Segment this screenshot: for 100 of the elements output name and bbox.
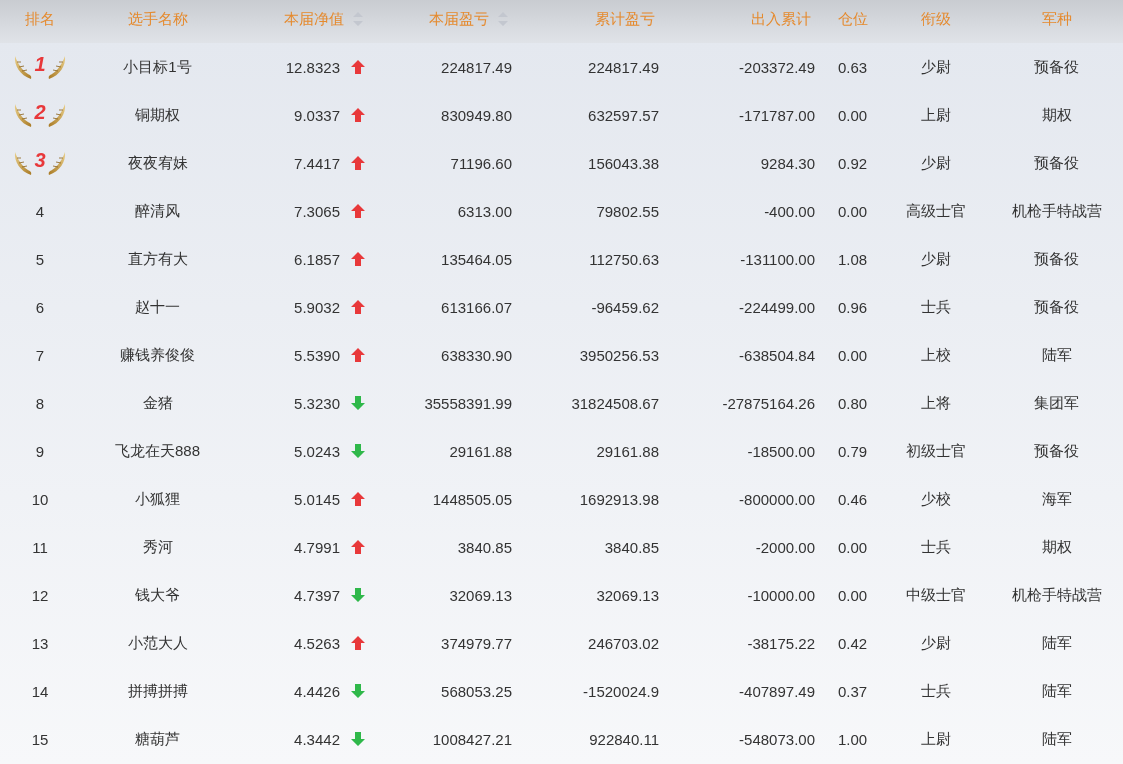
rank-number: 9 (35, 442, 45, 460)
branch-label: 陆军 (1041, 633, 1072, 653)
branch-label: 预备役 (1034, 153, 1079, 173)
net-value: 5.3230 (294, 394, 340, 412)
grade-label: 少校 (921, 489, 951, 509)
position-value: 0.63 (837, 58, 868, 76)
player-name: 拼搏拼搏 (127, 681, 188, 701)
column-header[interactable]: 本届盈亏 (429, 9, 489, 29)
flow-value: -800000.00 (739, 490, 815, 508)
position-value: 0.96 (837, 298, 868, 316)
flow-value: -27875164.26 (722, 394, 815, 412)
rank-number: 4 (35, 202, 45, 220)
column-header: 出入累计 (751, 9, 811, 29)
grade-label: 上校 (921, 345, 951, 365)
position-value: 1.08 (837, 250, 868, 268)
flow-value: -203372.49 (739, 58, 815, 76)
branch-label: 陆军 (1041, 681, 1072, 701)
cumulative-value: 632597.57 (588, 106, 659, 124)
column-header: 选手名称 (127, 9, 188, 29)
position-value: 1.00 (837, 730, 868, 748)
profit-value: 32069.13 (449, 586, 512, 604)
rank-number: 5 (35, 250, 45, 268)
profit-value: 135464.05 (441, 250, 512, 268)
profit-value: 374979.77 (441, 634, 512, 652)
column-header[interactable]: 本届净值 (284, 9, 344, 29)
flow-value: -400.00 (764, 202, 815, 220)
cumulative-value: 156043.38 (588, 154, 659, 172)
rank-number: 10 (31, 490, 49, 508)
column-header: 排名 (25, 9, 55, 29)
profit-value: 35558391.99 (424, 394, 512, 412)
branch-label: 机枪手特战营 (1011, 585, 1102, 605)
position-value: 0.37 (837, 682, 868, 700)
rank-number: 7 (35, 346, 45, 364)
net-value: 5.0243 (294, 442, 340, 460)
flow-value: -171787.00 (739, 106, 815, 124)
player-name: 小目标1号 (123, 57, 192, 77)
cumulative-value: 3950256.53 (579, 346, 659, 364)
profit-value: 1448505.05 (432, 490, 512, 508)
rank-number: 8 (35, 394, 45, 412)
net-value: 4.5263 (294, 634, 340, 652)
player-name: 夜夜宥妹 (127, 153, 188, 173)
net-value: 9.0337 (294, 106, 340, 124)
profit-value: 6313.00 (457, 202, 512, 220)
player-name: 赚钱养俊俊 (120, 345, 195, 365)
position-value: 0.42 (837, 634, 868, 652)
position-value: 0.92 (837, 154, 868, 172)
net-value: 5.0145 (294, 490, 340, 508)
profit-value: 638330.90 (441, 346, 512, 364)
cumulative-value: 112750.63 (589, 250, 659, 268)
net-value: 4.3442 (294, 730, 340, 748)
net-value: 4.4426 (294, 682, 340, 700)
branch-label: 陆军 (1041, 729, 1072, 749)
position-value: 0.79 (837, 442, 868, 460)
cumulative-value: -1520024.9 (583, 682, 659, 700)
grade-label: 士兵 (921, 681, 951, 701)
position-value: 0.46 (837, 490, 868, 508)
column-header: 累计盈亏 (595, 9, 655, 29)
rank-number: 13 (31, 634, 49, 652)
flow-value: -18500.00 (747, 442, 815, 460)
column-header: 仓位 (837, 9, 868, 29)
branch-label: 预备役 (1034, 249, 1079, 269)
cumulative-value: 31824508.67 (571, 394, 659, 412)
flow-value: -407897.49 (739, 682, 815, 700)
profit-value: 224817.49 (441, 58, 512, 76)
flow-value: 9284.30 (760, 154, 815, 172)
grade-label: 上尉 (921, 729, 951, 749)
column-header: 军种 (1041, 9, 1072, 29)
flow-value: -131100.00 (740, 250, 815, 268)
flow-value: -10000.00 (747, 586, 815, 604)
player-name: 小范大人 (127, 633, 188, 653)
branch-label: 预备役 (1034, 57, 1079, 77)
rank-number: 6 (35, 298, 45, 316)
profit-value: 568053.25 (441, 682, 512, 700)
net-value: 6.1857 (294, 250, 340, 268)
branch-label: 集团军 (1034, 393, 1079, 413)
net-value: 4.7991 (294, 538, 340, 556)
profit-value: 71196.60 (450, 154, 512, 172)
player-name: 直方有大 (127, 249, 188, 269)
position-value: 0.00 (837, 538, 868, 556)
cumulative-value: 224817.49 (588, 58, 659, 76)
column-header: 衔级 (921, 9, 951, 29)
net-value: 5.9032 (294, 298, 340, 316)
branch-label: 海军 (1041, 489, 1072, 509)
player-name: 金猪 (142, 393, 173, 413)
player-name: 糖葫芦 (135, 729, 180, 749)
profit-value: 29161.88 (449, 442, 512, 460)
player-name: 飞龙在天888 (115, 441, 200, 461)
grade-label: 中级士官 (906, 585, 966, 605)
rank-number: 1 (34, 52, 46, 76)
net-value: 5.5390 (294, 346, 340, 364)
profit-value: 830949.80 (441, 106, 512, 124)
net-value: 7.3065 (294, 202, 340, 220)
grade-label: 少尉 (921, 633, 951, 653)
cumulative-value: 79802.55 (596, 202, 659, 220)
grade-label: 上将 (921, 393, 951, 413)
position-value: 0.00 (837, 106, 868, 124)
flow-value: -2000.00 (755, 538, 815, 556)
position-value: 0.00 (837, 586, 868, 604)
grade-label: 少尉 (921, 153, 951, 173)
position-value: 0.00 (837, 346, 868, 364)
